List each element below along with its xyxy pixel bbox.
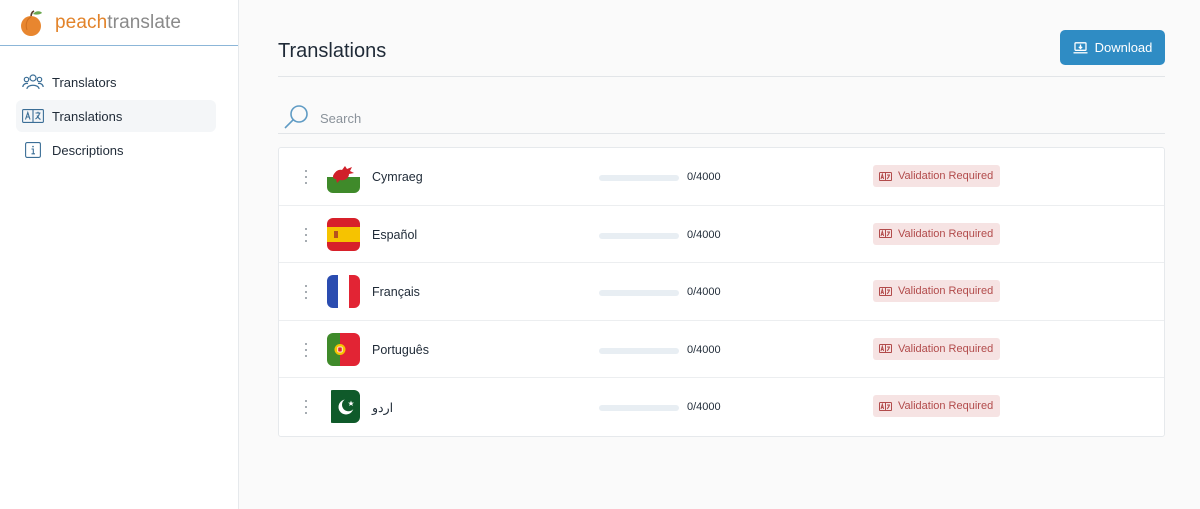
language-name: اردو [372, 401, 394, 416]
users-icon [22, 71, 44, 93]
translation-count: 0/4000 [687, 343, 721, 356]
brand-name-part1: peach [55, 11, 108, 33]
status-label: Validation Required [898, 227, 994, 240]
status-label: Validation Required [898, 342, 994, 355]
main-content: Translations Download Cymraeg [278, 0, 1165, 437]
progress-bar [599, 290, 679, 297]
sidebar-nav: Translators Translations Descriptions [0, 46, 238, 166]
translate-icon [22, 105, 44, 127]
status-label: Validation Required [898, 285, 994, 298]
page-header: Translations Download [278, 0, 1165, 77]
progress-bar [599, 232, 679, 239]
language-name: Cymraeg [372, 170, 423, 184]
list-item[interactable]: Português 0/4000 Validation Required [279, 321, 1164, 379]
more-options-icon[interactable] [300, 169, 312, 185]
wales-flag-icon [327, 160, 360, 193]
translation-count: 0/4000 [687, 228, 721, 241]
status-label: Validation Required [898, 400, 994, 413]
translations-list: Cymraeg 0/4000 Validation Required Españ… [278, 147, 1165, 437]
more-options-icon[interactable] [300, 342, 312, 358]
sidebar: peachtranslate Translators Translations … [0, 0, 239, 509]
translate-icon [879, 229, 892, 239]
france-flag-icon [327, 275, 360, 309]
sidebar-item-label: Translations [52, 108, 123, 124]
list-item[interactable]: Cymraeg 0/4000 Validation Required [279, 148, 1164, 206]
more-options-icon[interactable] [300, 399, 312, 415]
progress-bar [599, 405, 679, 412]
translation-count: 0/4000 [687, 171, 721, 183]
search-bar [278, 105, 1165, 134]
more-options-icon[interactable] [300, 227, 312, 243]
translate-icon [879, 344, 892, 354]
translate-icon [879, 286, 892, 296]
progress-bar [599, 175, 679, 181]
sidebar-item-translators[interactable]: Translators [16, 66, 216, 98]
language-name: Français [372, 285, 420, 300]
language-name: Português [372, 342, 429, 357]
translate-icon [879, 171, 892, 181]
brand-name-part2: translate [107, 11, 182, 33]
list-item[interactable]: Español 0/4000 Validation Required [279, 206, 1164, 264]
page-title: Translations [278, 40, 387, 62]
portugal-flag-icon [327, 332, 360, 366]
translation-count: 0/4000 [687, 401, 721, 414]
download-button-label: Download [1094, 40, 1153, 55]
info-icon [22, 139, 44, 161]
list-item[interactable]: Français 0/4000 Validation Required [279, 263, 1164, 321]
pakistan-flag-icon [327, 390, 360, 424]
status-badge[interactable]: Validation Required [873, 280, 1001, 303]
sidebar-item-translations[interactable]: Translations [16, 100, 216, 132]
download-laptop-icon [1073, 41, 1088, 53]
list-item[interactable]: اردو 0/4000 Validation Required [279, 378, 1164, 436]
translation-count: 0/4000 [687, 286, 721, 299]
language-name: Español [372, 227, 418, 242]
status-label: Validation Required [898, 170, 994, 182]
status-badge[interactable]: Validation Required [873, 395, 1001, 418]
search-input[interactable] [320, 105, 1120, 131]
status-badge[interactable]: Validation Required [873, 165, 1001, 187]
translate-icon [879, 401, 892, 411]
sidebar-item-descriptions[interactable]: Descriptions [16, 134, 216, 166]
spain-flag-icon [327, 217, 360, 251]
brand-logo[interactable]: peachtranslate [0, 0, 238, 46]
more-options-icon[interactable] [300, 284, 312, 300]
sidebar-item-label: Descriptions [52, 142, 124, 158]
sidebar-item-label: Translators [52, 74, 117, 90]
peach-icon [21, 9, 42, 36]
search-icon [284, 105, 308, 129]
progress-bar [599, 347, 679, 354]
status-badge[interactable]: Validation Required [873, 337, 1001, 360]
status-badge[interactable]: Validation Required [873, 222, 1001, 245]
download-button[interactable]: Download [1060, 30, 1165, 65]
